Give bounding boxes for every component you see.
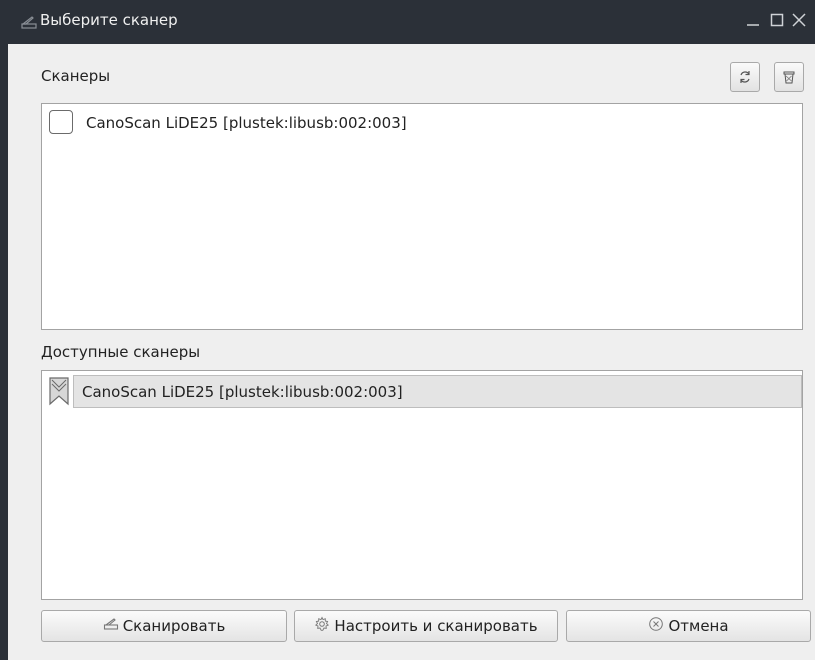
delete-button[interactable] (774, 62, 804, 92)
selected-item-highlight[interactable]: CanoScan LiDE25 [plustek:libusb:002:003] (73, 375, 802, 408)
refresh-icon (731, 69, 759, 85)
scanner-icon (103, 617, 119, 635)
scanner-icon (47, 375, 71, 408)
scanners-list[interactable]: CanoScan LiDE25 [plustek:libusb:002:003] (41, 103, 803, 330)
scanner-dialog: Выберите сканер Сканеры CanoScan LiDE25 … (0, 0, 815, 660)
cancel-icon (648, 616, 664, 636)
list-item[interactable]: CanoScan LiDE25 [plustek:libusb:002:003] (42, 104, 802, 142)
available-scanners-list[interactable]: CanoScan LiDE25 [plustek:libusb:002:003] (41, 370, 803, 600)
window-title: Выберите сканер (40, 11, 178, 29)
scanner-name: CanoScan LiDE25 [plustek:libusb:002:003] (86, 114, 407, 132)
available-scanner-name: CanoScan LiDE25 [plustek:libusb:002:003] (82, 383, 403, 401)
scanners-label: Сканеры (41, 67, 111, 85)
cancel-button[interactable]: Отмена (566, 610, 811, 642)
scanner-checkbox[interactable] (49, 110, 73, 134)
configure-and-scan-button[interactable]: Настроить и сканировать (294, 610, 558, 642)
scan-button-label: Сканировать (122, 617, 226, 635)
cancel-button-label: Отмена (668, 617, 729, 635)
close-button[interactable] (787, 6, 811, 36)
minimize-button[interactable] (741, 6, 765, 36)
maximize-button[interactable] (765, 6, 789, 36)
title-bar[interactable]: Выберите сканер (8, 0, 815, 44)
refresh-button[interactable] (730, 62, 760, 92)
scanner-icon (20, 14, 38, 30)
scan-button[interactable]: Сканировать (41, 610, 287, 642)
available-scanners-label: Доступные сканеры (41, 343, 201, 361)
gear-icon (314, 616, 330, 636)
trash-icon (775, 69, 803, 85)
configure-button-label: Настроить и сканировать (334, 617, 538, 635)
list-item[interactable]: CanoScan LiDE25 [plustek:libusb:002:003] (42, 375, 802, 408)
